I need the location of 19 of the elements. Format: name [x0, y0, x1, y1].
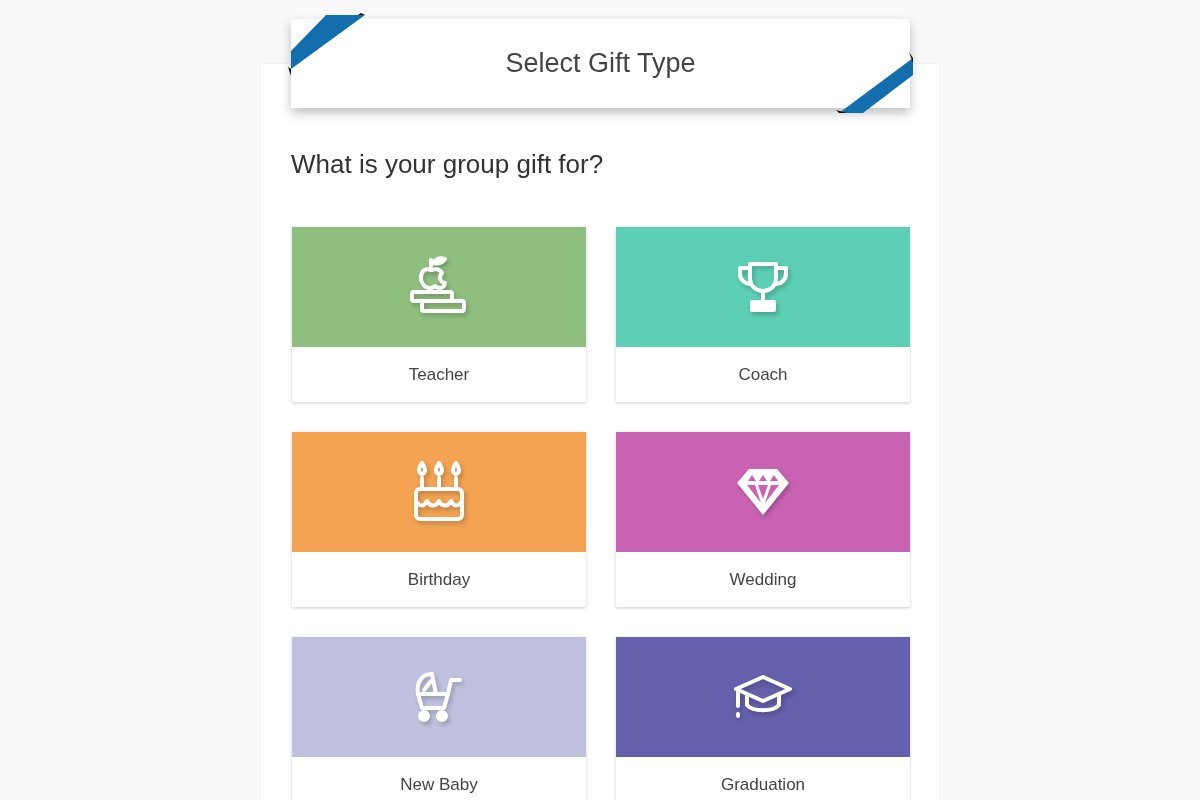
gift-type-label: Teacher: [408, 364, 470, 386]
graduation-cap-icon: [733, 674, 793, 720]
page-title: Select Gift Type: [505, 48, 696, 79]
diamond-icon: [735, 467, 791, 517]
birthday-cake-icon: [412, 461, 466, 523]
question-heading: What is your group gift for?: [291, 149, 605, 180]
trophy-icon: [736, 260, 790, 314]
gift-type-label: Graduation: [720, 774, 806, 796]
gift-type-card[interactable]: Coach: [616, 227, 910, 402]
gift-type-card[interactable]: Birthday: [292, 432, 586, 607]
gift-type-label: Birthday: [407, 569, 471, 591]
gift-type-card[interactable]: Graduation: [616, 637, 910, 800]
gift-type-card[interactable]: Teacher: [292, 227, 586, 402]
stroller-icon: [414, 670, 464, 724]
gift-type-card[interactable]: Wedding: [616, 432, 910, 607]
gift-type-label: Wedding: [729, 569, 797, 591]
gift-type-label: Coach: [738, 364, 788, 386]
gift-type-label: New Baby: [400, 774, 478, 796]
gift-type-card[interactable]: New Baby: [292, 637, 586, 800]
